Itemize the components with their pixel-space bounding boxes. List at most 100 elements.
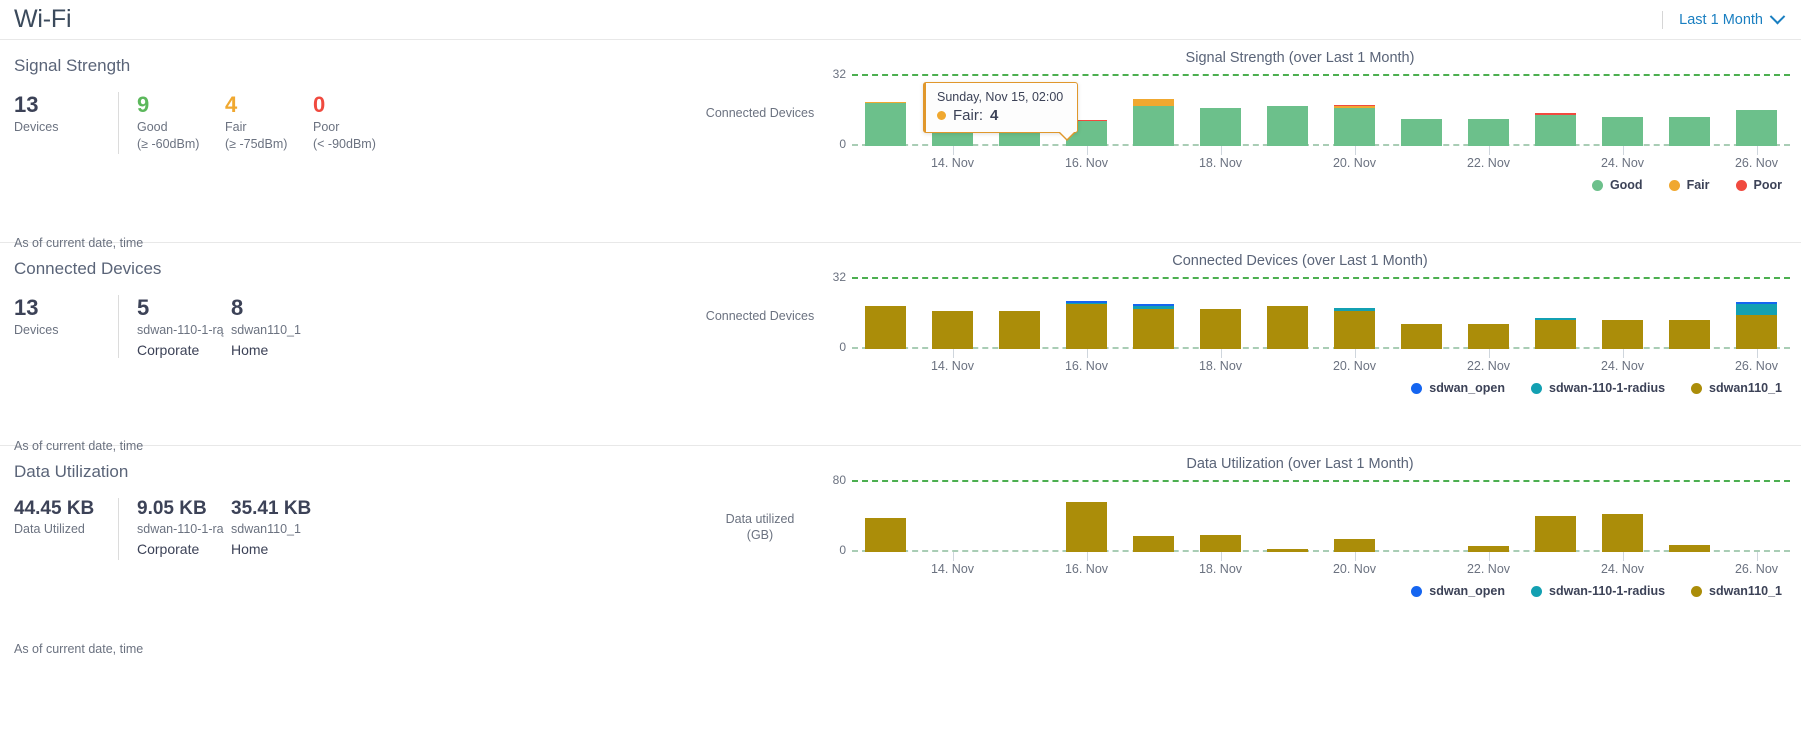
bar-slot[interactable] xyxy=(919,277,986,349)
bar-slot[interactable] xyxy=(1455,480,1522,552)
bar-segment[interactable] xyxy=(1200,308,1241,349)
bar-slot[interactable] xyxy=(1187,480,1254,552)
bar[interactable] xyxy=(1267,306,1308,349)
bar[interactable] xyxy=(1602,319,1643,349)
bar-slot[interactable] xyxy=(1321,277,1388,349)
bar-segment[interactable] xyxy=(1401,324,1442,349)
bar-segment[interactable] xyxy=(865,306,906,349)
bar-slot[interactable] xyxy=(1187,74,1254,146)
bar-slot[interactable] xyxy=(1723,74,1790,146)
bar-slot[interactable] xyxy=(1656,480,1723,552)
bar[interactable] xyxy=(1535,318,1576,349)
bar-segment[interactable] xyxy=(999,310,1040,349)
legend-item[interactable]: sdwan110_1 xyxy=(1691,584,1782,598)
bar[interactable] xyxy=(1468,324,1509,349)
bar-segment[interactable] xyxy=(1736,110,1777,146)
bar[interactable] xyxy=(999,310,1040,349)
bar-slot[interactable] xyxy=(986,277,1053,349)
bar-segment[interactable] xyxy=(1334,539,1375,552)
bar-slot[interactable] xyxy=(1589,74,1656,146)
bar[interactable] xyxy=(1535,113,1576,146)
bar[interactable] xyxy=(1133,304,1174,349)
bar[interactable] xyxy=(865,517,906,552)
bar-segment[interactable] xyxy=(1669,319,1710,349)
bar[interactable] xyxy=(1133,98,1174,146)
bar-segment[interactable] xyxy=(1200,534,1241,552)
bar[interactable] xyxy=(1468,119,1509,146)
bar[interactable] xyxy=(1669,116,1710,146)
bar[interactable] xyxy=(1669,544,1710,552)
bar-segment[interactable] xyxy=(1468,324,1509,349)
bar-slot[interactable] xyxy=(1656,277,1723,349)
bar-segment[interactable] xyxy=(1200,107,1241,146)
bar-segment[interactable] xyxy=(1468,119,1509,146)
bar-slot[interactable] xyxy=(1053,480,1120,552)
bar[interactable] xyxy=(1401,119,1442,146)
bar[interactable] xyxy=(1669,319,1710,349)
bar-slot[interactable] xyxy=(852,74,919,146)
bar-slot[interactable] xyxy=(1120,480,1187,552)
legend-item[interactable]: sdwan110_1 xyxy=(1691,381,1782,395)
bar-slot[interactable] xyxy=(1321,480,1388,552)
bar[interactable] xyxy=(1066,300,1107,349)
bar-slot[interactable] xyxy=(1723,277,1790,349)
bar-segment[interactable] xyxy=(1334,107,1375,146)
bar[interactable] xyxy=(865,101,906,146)
bar[interactable] xyxy=(865,306,906,349)
bar-segment[interactable] xyxy=(1535,319,1576,349)
bar-slot[interactable] xyxy=(1522,74,1589,146)
bar[interactable] xyxy=(1066,501,1107,552)
bar[interactable] xyxy=(1535,516,1576,552)
bar-slot[interactable] xyxy=(986,480,1053,552)
legend-item[interactable]: sdwan-110-1-radius xyxy=(1531,584,1665,598)
legend-item[interactable]: sdwan_open xyxy=(1411,584,1505,598)
bar[interactable] xyxy=(1133,535,1174,552)
bar-segment[interactable] xyxy=(1669,544,1710,552)
bar[interactable] xyxy=(1736,110,1777,146)
bar-slot[interactable] xyxy=(1388,74,1455,146)
bar-slot[interactable] xyxy=(1723,480,1790,552)
bar-segment[interactable] xyxy=(1535,516,1576,552)
bar-slot[interactable] xyxy=(852,277,919,349)
bar[interactable] xyxy=(1334,308,1375,349)
bar[interactable] xyxy=(1267,105,1308,146)
bar[interactable] xyxy=(1200,534,1241,552)
bar-segment[interactable] xyxy=(1602,514,1643,552)
bar-slot[interactable] xyxy=(1522,277,1589,349)
bar-slot[interactable] xyxy=(1589,480,1656,552)
bar-segment[interactable] xyxy=(1401,119,1442,146)
bar-slot[interactable] xyxy=(1388,480,1455,552)
bar-segment[interactable] xyxy=(1133,535,1174,552)
bar-segment[interactable] xyxy=(865,517,906,552)
bar[interactable] xyxy=(1736,302,1777,349)
bar-segment[interactable] xyxy=(1334,310,1375,349)
bar[interactable] xyxy=(1602,116,1643,146)
legend-item[interactable]: Fair xyxy=(1668,178,1710,192)
bar-segment[interactable] xyxy=(1133,98,1174,106)
bar-segment[interactable] xyxy=(1066,501,1107,552)
bar-slot[interactable] xyxy=(1589,277,1656,349)
bar[interactable] xyxy=(1602,514,1643,552)
bar[interactable] xyxy=(1334,104,1375,146)
bar-segment[interactable] xyxy=(1133,105,1174,146)
bar[interactable] xyxy=(1401,324,1442,349)
bar-segment[interactable] xyxy=(1267,306,1308,349)
legend-item[interactable]: sdwan-110-1-radius xyxy=(1531,381,1665,395)
legend-item[interactable]: Poor xyxy=(1735,178,1782,192)
bar-segment[interactable] xyxy=(865,103,906,146)
bar[interactable] xyxy=(1200,107,1241,146)
bar-slot[interactable] xyxy=(1254,480,1321,552)
bar-segment[interactable] xyxy=(1066,304,1107,349)
bar-segment[interactable] xyxy=(932,310,973,349)
bar-slot[interactable] xyxy=(1656,74,1723,146)
bar-slot[interactable] xyxy=(1321,74,1388,146)
legend-item[interactable]: Good xyxy=(1591,178,1643,192)
bar-slot[interactable] xyxy=(1455,74,1522,146)
bar-segment[interactable] xyxy=(1736,304,1777,316)
bar-segment[interactable] xyxy=(1535,114,1576,146)
bar-segment[interactable] xyxy=(1133,308,1174,349)
bar[interactable] xyxy=(1334,539,1375,552)
bar-slot[interactable] xyxy=(1120,277,1187,349)
bar-segment[interactable] xyxy=(1267,105,1308,146)
bar-slot[interactable] xyxy=(1388,277,1455,349)
